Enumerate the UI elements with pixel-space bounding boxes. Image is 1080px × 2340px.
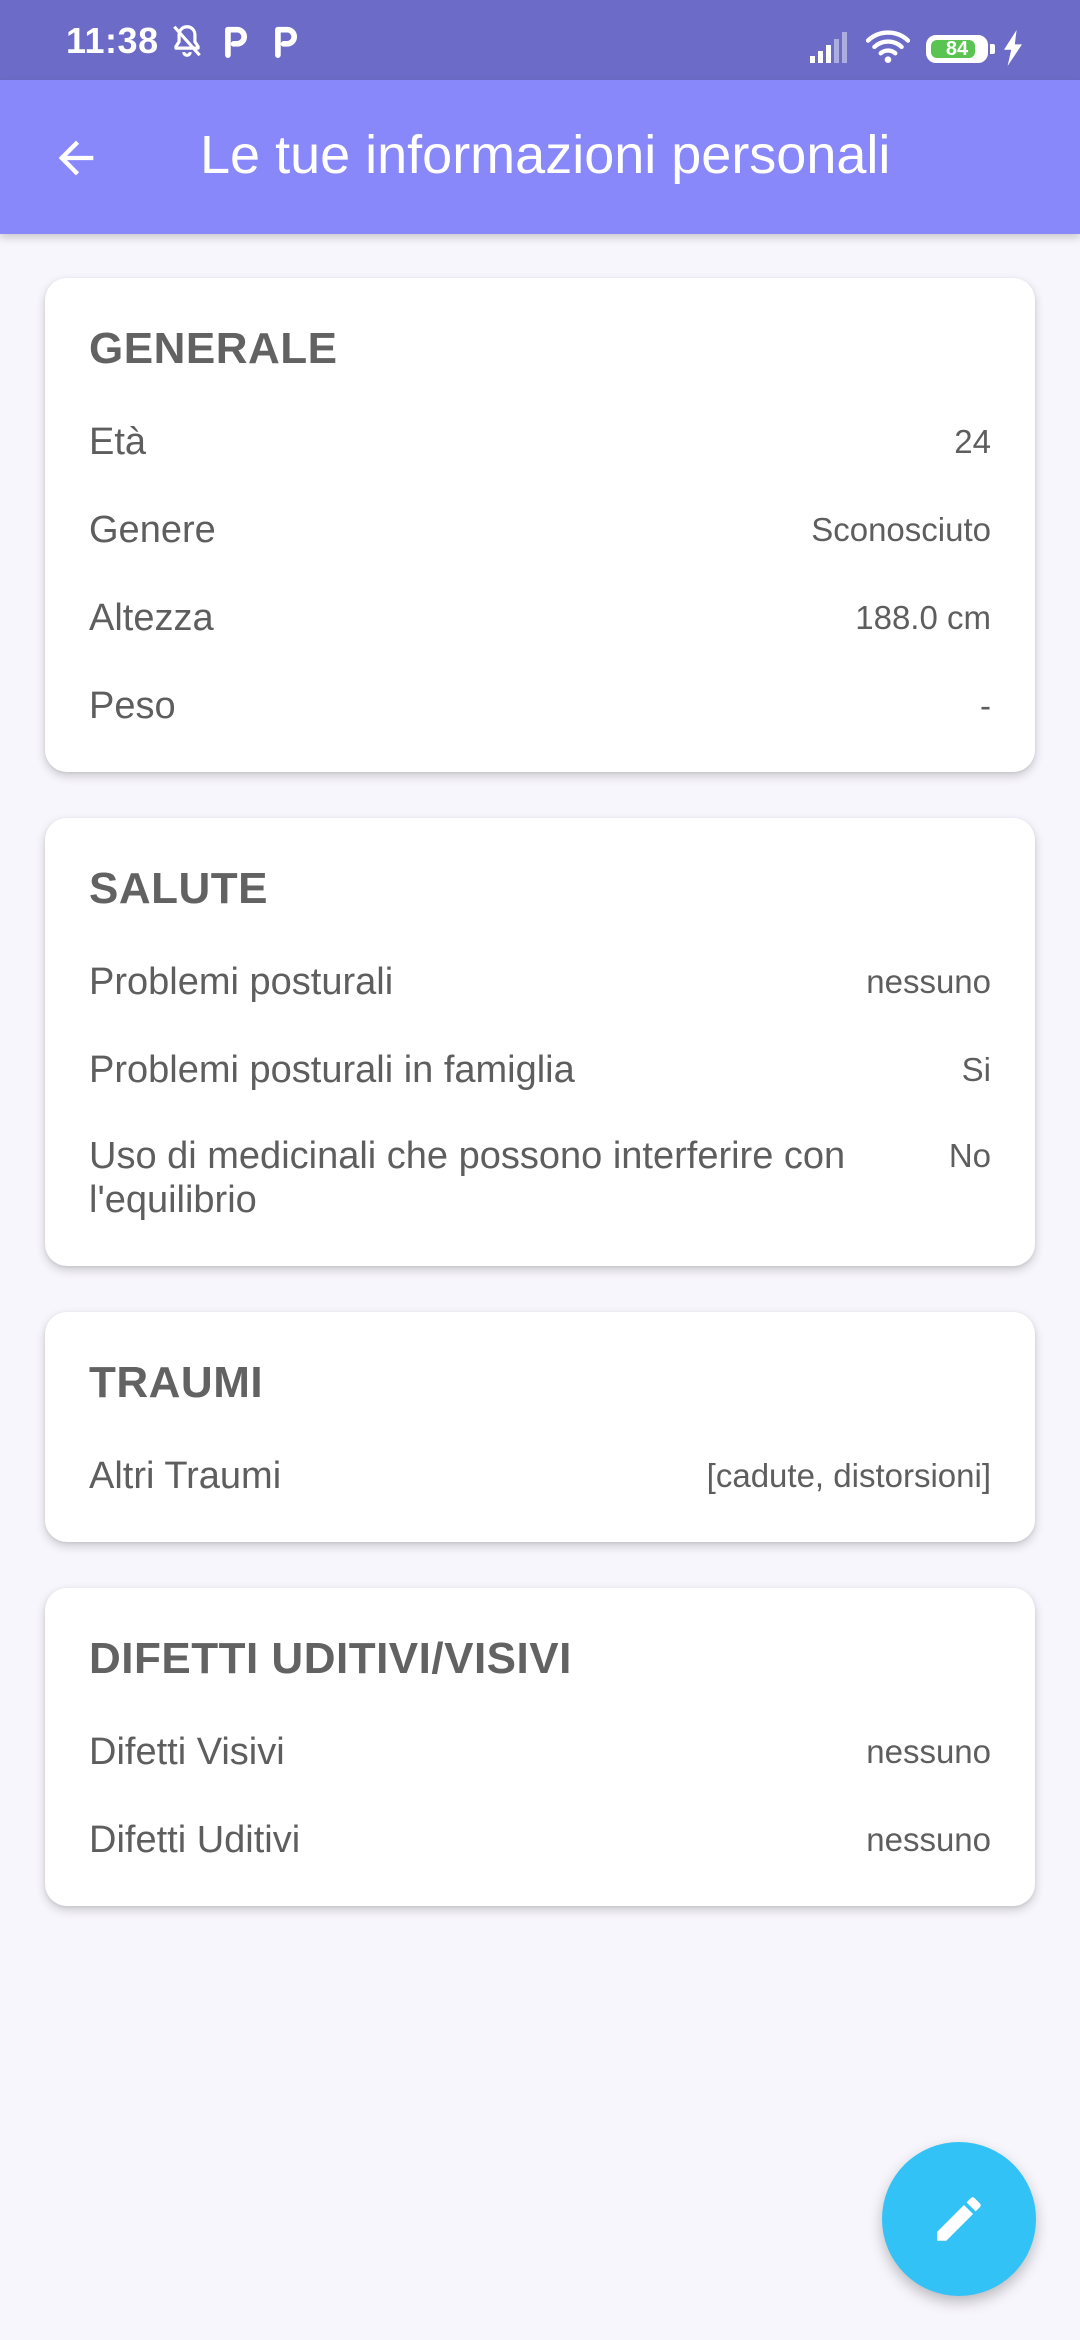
status-bar: 11:38 84	[0, 0, 1080, 80]
card-salute: SALUTE Problemi posturali nessuno Proble…	[45, 818, 1035, 1266]
row-value: 188.0 cm	[855, 599, 991, 636]
row-label: Problemi posturali in famiglia	[89, 1049, 575, 1091]
row-label: Genere	[89, 509, 216, 551]
info-row-problemi-famiglia: Problemi posturali in famiglia Si	[89, 1048, 991, 1092]
row-value: nessuno	[866, 963, 991, 1000]
section-title-difetti: DIFETTI UDITIVI/VISIVI	[89, 1634, 572, 1683]
row-label: Uso di medicinali che possono interferir…	[89, 1135, 846, 1221]
charging-icon	[1004, 30, 1022, 66]
bell-off-icon	[173, 25, 201, 57]
row-label: Peso	[89, 685, 176, 727]
row-value: No	[948, 1137, 991, 1174]
row-label: Altri Traumi	[89, 1455, 282, 1497]
info-row-problemi-posturali: Problemi posturali nessuno	[89, 960, 991, 1004]
p-notification-icon	[275, 26, 297, 58]
info-row-difetti-uditivi: Difetti Uditivi nessuno	[89, 1818, 991, 1862]
row-label: Altezza	[89, 597, 214, 639]
section-title-salute: SALUTE	[89, 864, 268, 913]
info-row-altri-traumi: Altri Traumi [cadute, distorsioni]	[89, 1454, 991, 1498]
info-row-altezza: Altezza 188.0 cm	[89, 596, 991, 640]
row-value: 24	[954, 423, 991, 460]
row-value: nessuno	[866, 1733, 991, 1770]
battery-icon: 84	[926, 35, 988, 63]
battery-level: 84	[945, 38, 969, 60]
info-row-peso: Peso -	[89, 684, 991, 728]
info-row-difetti-visivi: Difetti Visivi nessuno	[89, 1730, 991, 1774]
status-time: 11:38	[66, 20, 159, 61]
row-label: Problemi posturali	[89, 961, 394, 1003]
arrow-back-icon	[58, 140, 94, 176]
info-row-eta: Età 24	[89, 420, 991, 464]
info-row-genere: Genere Sconosciuto	[89, 508, 991, 552]
row-value: Si	[961, 1051, 991, 1088]
row-label: Difetti Visivi	[89, 1731, 285, 1773]
app-bar: Le tue informazioni personali	[0, 80, 1080, 234]
section-title-generale: GENERALE	[89, 324, 338, 373]
card-generale: GENERALE Età 24 Genere Sconosciuto Altez…	[45, 278, 1035, 772]
edit-fab-button[interactable]	[882, 2142, 1036, 2296]
row-value: [cadute, distorsioni]	[706, 1457, 991, 1494]
card-traumi: TRAUMI Altri Traumi [cadute, distorsioni…	[45, 1312, 1035, 1542]
section-title-traumi: TRAUMI	[89, 1358, 264, 1407]
card-difetti: DIFETTI UDITIVI/VISIVI Difetti Visivi ne…	[45, 1588, 1035, 1906]
row-label: Difetti Uditivi	[89, 1819, 301, 1861]
p-notification-icon	[225, 26, 247, 58]
info-row-medicinali: Uso di medicinali che possono interferir…	[89, 1134, 991, 1222]
row-value: Sconosciuto	[811, 511, 991, 548]
row-value: -	[980, 687, 991, 724]
row-label: Età	[89, 421, 147, 463]
wifi-icon	[866, 30, 910, 63]
page-title: Le tue informazioni personali	[200, 125, 891, 185]
back-button[interactable]	[40, 122, 112, 194]
edit-pencil-icon	[937, 2197, 981, 2241]
signal-icon	[810, 32, 847, 63]
row-value: nessuno	[866, 1821, 991, 1858]
battery-cap	[990, 44, 995, 54]
